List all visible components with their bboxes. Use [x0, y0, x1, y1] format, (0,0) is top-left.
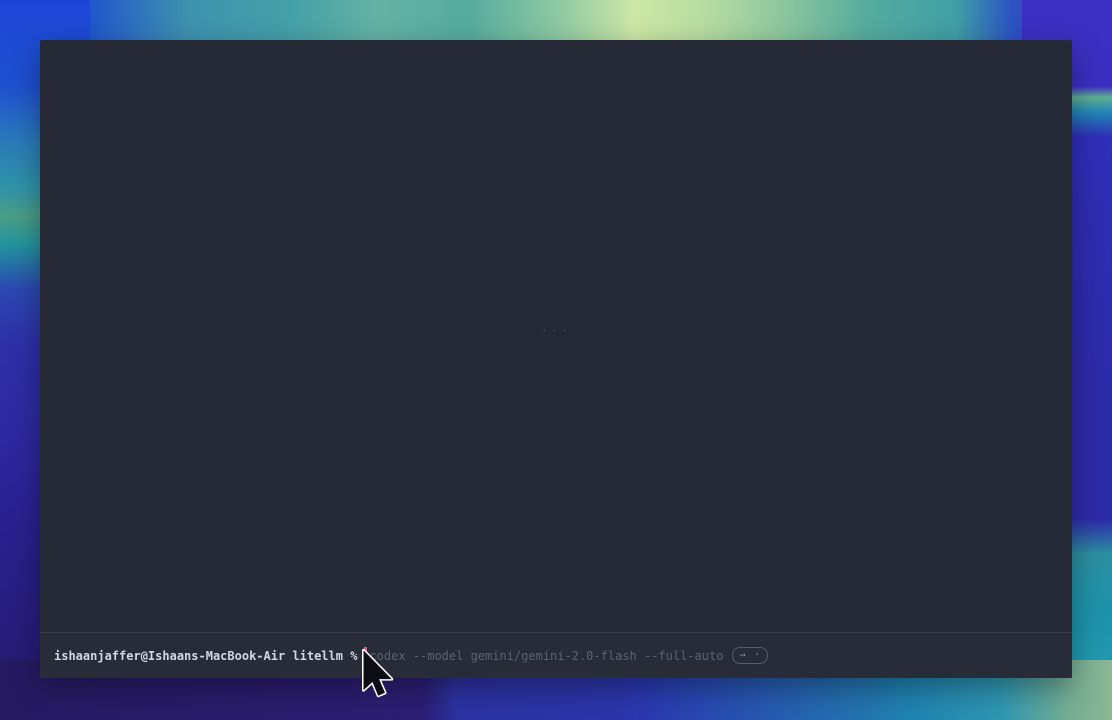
terminal-window[interactable]: ··· ishaanjaffer@Ishaans-MacBook-Air lit… — [40, 40, 1072, 678]
text-cursor — [364, 647, 367, 662]
terminal-prompt-line[interactable]: ishaanjaffer@Ishaans-MacBook-Air litellm… — [40, 632, 1072, 678]
terminal-output-area[interactable]: ··· — [40, 40, 1072, 632]
shell-prompt-label: ishaanjaffer@Ishaans-MacBook-Air litellm… — [54, 649, 357, 663]
autosuggest-hint-badge: → · — [732, 647, 768, 664]
autosuggestion-text: codex --model gemini/gemini-2.0-flash --… — [369, 649, 723, 663]
loading-ellipsis: ··· — [541, 324, 572, 338]
